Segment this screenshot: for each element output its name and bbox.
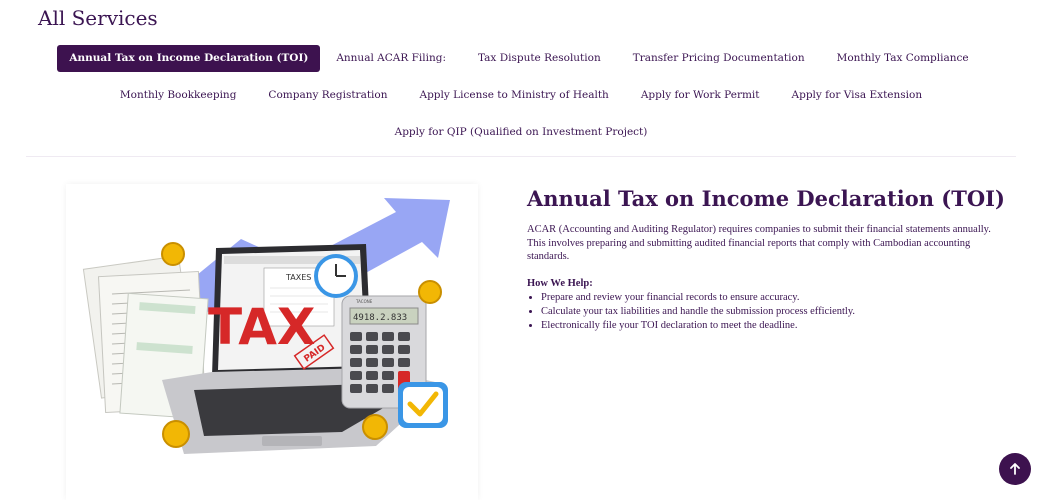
section-divider bbox=[26, 156, 1016, 157]
service-detail-title: Annual Tax on Income Declaration (TOI) bbox=[527, 186, 1005, 211]
tab-apply-work-permit[interactable]: Apply for Work Permit bbox=[625, 82, 776, 109]
calculator-brand: TACONE bbox=[355, 299, 373, 304]
checkmark-icon bbox=[398, 382, 448, 428]
tab-annual-acar-filing[interactable]: Annual ACAR Filing: bbox=[320, 45, 462, 72]
tab-monthly-tax-compliance[interactable]: Monthly Tax Compliance bbox=[821, 45, 985, 72]
tab-apply-license-ministry-health[interactable]: Apply License to Ministry of Health bbox=[404, 82, 625, 109]
service-tab-row-1: Annual Tax on Income Declaration (TOI) A… bbox=[57, 44, 984, 73]
clock-icon bbox=[314, 254, 358, 298]
scroll-to-top-button[interactable] bbox=[999, 453, 1031, 485]
tab-annual-tax-toi[interactable]: Annual Tax on Income Declaration (TOI) bbox=[57, 45, 321, 72]
service-tab-row-3: Apply for QIP (Qualified on Investment P… bbox=[379, 118, 664, 147]
calculator-display: 4918.2.833 bbox=[353, 313, 407, 323]
tab-tax-dispute-resolution[interactable]: Tax Dispute Resolution bbox=[462, 45, 617, 72]
tab-apply-qip[interactable]: Apply for QIP (Qualified on Investment P… bbox=[379, 119, 664, 146]
service-tabs: Annual Tax on Income Declaration (TOI) A… bbox=[0, 44, 1042, 155]
service-detail: Annual Tax on Income Declaration (TOI) A… bbox=[527, 186, 1007, 333]
tax-letters: TAX bbox=[208, 298, 315, 356]
arrow-up-icon bbox=[1010, 463, 1020, 475]
tab-apply-visa-extension[interactable]: Apply for Visa Extension bbox=[776, 82, 939, 109]
service-tab-row-2: Monthly Bookkeeping Company Registration… bbox=[104, 81, 938, 110]
how-we-help-heading: How We Help: bbox=[527, 277, 593, 289]
list-item: Electronically file your TOI declaration… bbox=[541, 319, 1007, 333]
list-item: Calculate your tax liabilities and handl… bbox=[541, 305, 1007, 319]
service-detail-description: ACAR (Accounting and Auditing Regulator)… bbox=[527, 224, 991, 262]
taxes-label: TAXES bbox=[285, 273, 311, 282]
tab-transfer-pricing-documentation[interactable]: Transfer Pricing Documentation bbox=[617, 45, 821, 72]
how-we-help-list: Prepare and review your financial record… bbox=[527, 291, 1007, 333]
page-title: All Services bbox=[38, 6, 158, 30]
tax-illustration: TAXES TAX PAID 4918.2.833 TACONE bbox=[66, 184, 478, 500]
tab-monthly-bookkeeping[interactable]: Monthly Bookkeeping bbox=[104, 82, 253, 109]
list-item: Prepare and review your financial record… bbox=[541, 291, 1007, 305]
tab-company-registration[interactable]: Company Registration bbox=[252, 82, 403, 109]
